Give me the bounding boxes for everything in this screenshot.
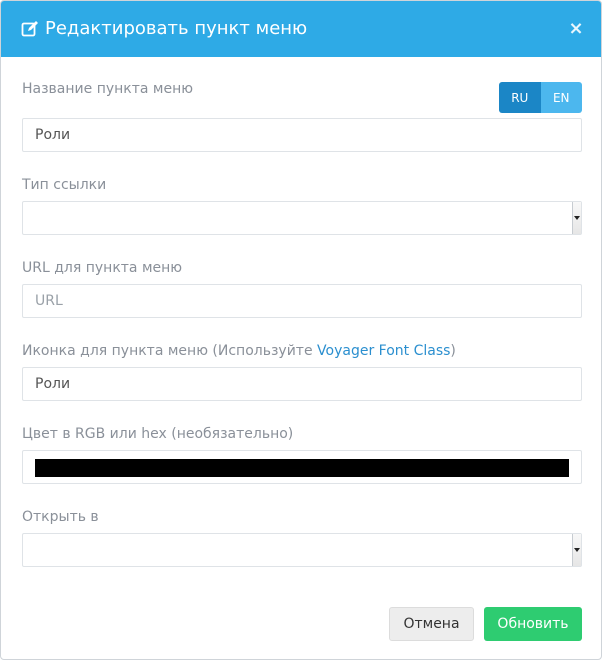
icon-label-suffix: ) (450, 343, 456, 359)
url-label: URL для пункта меню (22, 260, 183, 276)
voyager-font-class-link[interactable]: Voyager Font Class (317, 343, 450, 359)
url-input[interactable] (22, 284, 582, 318)
update-button[interactable]: Обновить (484, 607, 582, 641)
link-type-label: Тип ссылки (22, 177, 107, 193)
color-input[interactable] (22, 450, 582, 484)
icon-label-prefix: Иконка для пункта меню (Используйте (22, 343, 318, 359)
edit-menu-item-modal: Редактировать пункт меню × Название пунк… (0, 0, 602, 660)
modal-title-text: Редактировать пункт меню (45, 18, 308, 39)
chevron-down-icon (572, 202, 581, 234)
cancel-button[interactable]: Отмена (389, 607, 474, 641)
lang-button-en[interactable]: EN (540, 82, 582, 113)
chevron-down-icon (572, 534, 581, 566)
language-switch: RU EN (499, 82, 582, 113)
modal-header: Редактировать пункт меню × (1, 1, 601, 57)
modal-title: Редактировать пункт меню (21, 18, 307, 39)
title-input[interactable] (22, 118, 582, 152)
edit-icon (21, 20, 38, 36)
title-label: Название пункта меню (22, 81, 194, 97)
target-select[interactable] (22, 533, 582, 567)
color-swatch (35, 459, 569, 477)
target-label: Открыть в (22, 509, 99, 525)
close-button[interactable]: × (565, 17, 587, 39)
icon-input[interactable] (22, 367, 582, 401)
close-icon: × (568, 17, 584, 39)
icon-label: Иконка для пункта меню (Используйте Voya… (22, 343, 456, 359)
lang-button-ru[interactable]: RU (499, 82, 541, 113)
color-label: Цвет в RGB или hex (необязательно) (22, 426, 294, 442)
link-type-select[interactable] (22, 201, 582, 235)
